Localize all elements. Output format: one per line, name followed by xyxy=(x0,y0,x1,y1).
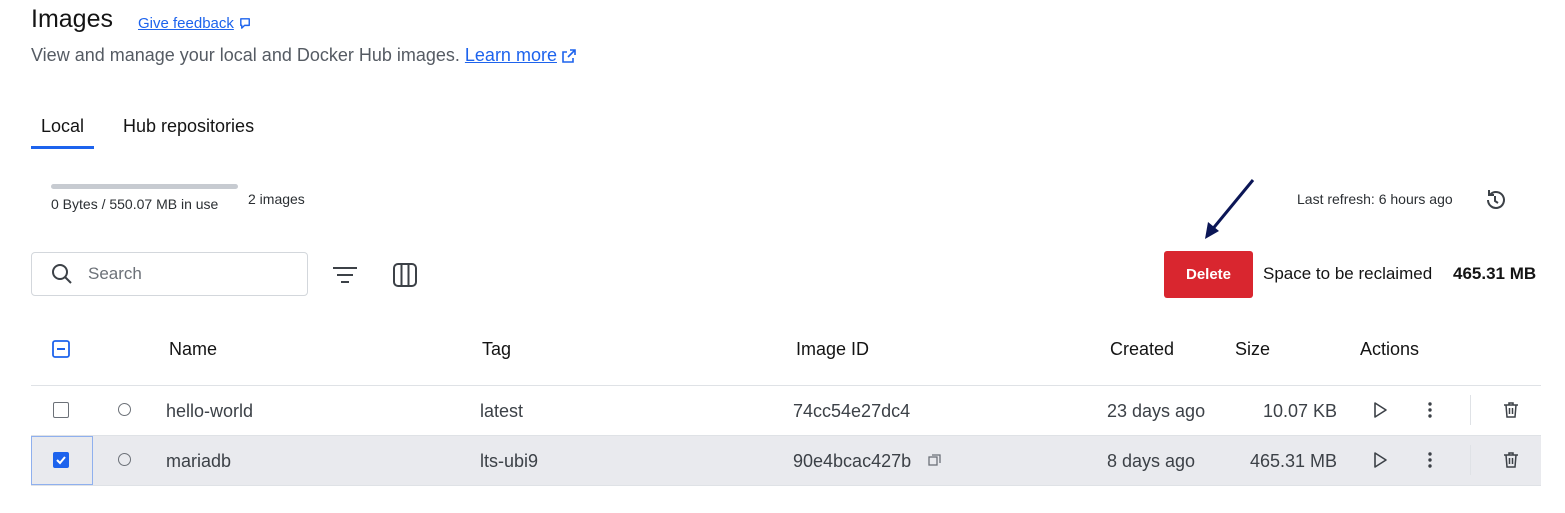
copy-icon[interactable] xyxy=(927,452,943,468)
give-feedback-label: Give feedback xyxy=(138,15,234,32)
image-name[interactable]: hello-world xyxy=(166,401,253,422)
image-size: 465.31 MB xyxy=(1249,451,1337,471)
filter-button[interactable] xyxy=(330,260,360,290)
image-tag: latest xyxy=(480,401,524,421)
row-checkbox[interactable] xyxy=(53,402,69,418)
feedback-icon xyxy=(240,18,250,29)
subtitle-text: View and manage your local and Docker Hu… xyxy=(31,45,460,65)
refresh-icon[interactable] xyxy=(1481,186,1509,214)
table-row[interactable]: mariadb lts-ubi9 90e4bcac427b 8 days ago… xyxy=(31,435,1541,486)
page-title: Images xyxy=(31,5,113,33)
space-reclaimed-label: Space to be reclaimed xyxy=(1263,264,1433,283)
search-icon xyxy=(52,264,72,284)
more-options-icon[interactable] xyxy=(1420,450,1440,470)
row-checkbox[interactable] xyxy=(53,452,69,468)
image-created: 23 days ago xyxy=(1107,401,1206,421)
give-feedback-link[interactable]: Give feedback xyxy=(138,15,253,32)
status-dot-icon xyxy=(118,403,131,416)
columns-button[interactable] xyxy=(390,260,420,290)
learn-more-label: Learn more xyxy=(464,45,557,65)
image-tag: lts-ubi9 xyxy=(480,451,539,471)
image-name[interactable]: mariadb xyxy=(166,451,231,472)
last-refresh-text: Last refresh: 6 hours ago xyxy=(1297,191,1453,207)
column-header-image-id[interactable]: Image ID xyxy=(796,339,869,360)
image-size: 10.07 KB xyxy=(1262,401,1337,421)
tab-local[interactable]: Local xyxy=(31,112,95,149)
disk-usage-text: 0 Bytes / 550.07 MB in use xyxy=(51,196,219,212)
column-header-created[interactable]: Created xyxy=(1110,339,1174,360)
select-all-checkbox[interactable] xyxy=(52,340,70,358)
annotation-arrow-icon xyxy=(1205,179,1255,239)
trash-icon[interactable] xyxy=(1501,400,1521,420)
table-row[interactable]: hello-world latest 74cc54e27dc4 23 days … xyxy=(31,385,1541,435)
more-options-icon[interactable] xyxy=(1420,400,1440,420)
run-icon[interactable] xyxy=(1370,400,1390,420)
run-icon[interactable] xyxy=(1370,450,1390,470)
status-dot-icon xyxy=(118,453,131,466)
delete-button[interactable]: Delete xyxy=(1164,251,1253,298)
column-header-name[interactable]: Name xyxy=(169,339,217,360)
image-id: 74cc54e27dc4 xyxy=(793,401,911,421)
learn-more-link[interactable]: Learn more xyxy=(465,45,577,66)
external-link-icon xyxy=(562,48,576,63)
image-id: 90e4bcac427b xyxy=(793,451,912,471)
page-subtitle: View and manage your local and Docker Hu… xyxy=(31,45,577,66)
check-icon xyxy=(56,456,66,465)
image-created: 8 days ago xyxy=(1107,451,1196,471)
column-header-tag[interactable]: Tag xyxy=(482,339,511,360)
filter-icon xyxy=(333,267,357,283)
search-input[interactable] xyxy=(86,263,290,285)
image-count: 2 images xyxy=(248,191,305,207)
actions-divider xyxy=(1470,445,1471,475)
column-header-size[interactable]: Size xyxy=(1235,339,1270,360)
tab-hub-repositories[interactable]: Hub repositories xyxy=(113,112,264,146)
trash-icon[interactable] xyxy=(1501,450,1521,470)
columns-icon xyxy=(393,263,417,287)
space-reclaimed-value: 465.31 MB xyxy=(1453,264,1537,283)
actions-divider xyxy=(1470,395,1471,425)
disk-usage-bar xyxy=(51,184,238,189)
column-header-actions: Actions xyxy=(1360,339,1420,359)
search-box[interactable] xyxy=(31,252,308,296)
